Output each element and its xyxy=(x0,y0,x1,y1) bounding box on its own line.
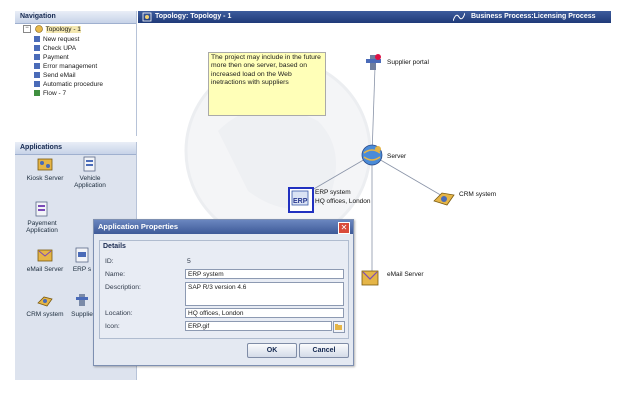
app-tile-label: Supplie xyxy=(71,311,93,318)
tree-item-label: Automatic procedure xyxy=(43,81,103,88)
app-tile-label: ERP s xyxy=(72,266,92,273)
navigation-panel: Navigation − Topology - 1 New request Ch… xyxy=(15,11,137,136)
app-tile-label: eMail Server xyxy=(26,266,64,273)
tree-item-label: Payment xyxy=(43,54,69,61)
tree-root-label: Topology - 1 xyxy=(45,26,81,33)
id-value: 5 xyxy=(187,258,191,265)
tree-item-automatic-procedure[interactable]: Automatic procedure xyxy=(34,80,103,89)
close-icon[interactable]: ✕ xyxy=(338,222,350,234)
erp-system-node[interactable]: ERP xyxy=(288,187,314,213)
details-group: Details ID: 5 Name: ERP system Descripti… xyxy=(99,240,349,339)
supplier-icon xyxy=(76,294,88,306)
app-tile-payment-application[interactable]: Payement Application xyxy=(22,200,62,234)
flow-node-icon xyxy=(34,63,40,69)
tree-item-label: Check UPA xyxy=(43,45,77,52)
topology-icon xyxy=(35,25,43,34)
tree-item-label: New request xyxy=(43,36,80,43)
tree-root-topology[interactable]: − Topology - 1 xyxy=(23,25,81,34)
kiosk-server-icon xyxy=(37,158,53,171)
svg-text:ERP: ERP xyxy=(293,198,308,205)
collapse-icon[interactable]: − xyxy=(23,25,31,34)
crm-system-node-icon[interactable] xyxy=(432,187,456,209)
tree-item-label: Flow - 7 xyxy=(43,90,67,97)
cancel-button[interactable]: Cancel xyxy=(299,343,349,358)
email-server-label: eMail Server xyxy=(387,271,424,278)
tree-item-label: Error management xyxy=(43,63,98,70)
vehicle-app-icon xyxy=(83,156,96,172)
flow-node-icon xyxy=(34,81,40,87)
flow-node-icon xyxy=(34,36,40,42)
location-field[interactable]: HQ offices, London xyxy=(185,308,344,318)
tree-item-label: Send eMail xyxy=(43,72,76,79)
app-tile-crm-system[interactable]: CRM system xyxy=(25,291,65,318)
location-label: Location: xyxy=(105,310,133,317)
app-tile-email-server[interactable]: eMail Server xyxy=(25,246,65,273)
app-tile-vehicle-application[interactable]: Vehicle Application xyxy=(70,155,110,189)
email-server-node-icon[interactable] xyxy=(360,267,382,289)
erp-location-label: HQ offices, London xyxy=(315,198,371,205)
description-label: Description: xyxy=(105,284,141,291)
app-tile-erp-system[interactable]: ERP s xyxy=(70,246,94,273)
flow-node-icon xyxy=(34,45,40,51)
app-tile-label: Kiosk Server xyxy=(26,175,64,182)
application-properties-dialog: Application Properties ✕ Details ID: 5 N… xyxy=(93,219,354,366)
supplier-portal-label: Supplier portal xyxy=(387,59,429,66)
browse-icon-button[interactable] xyxy=(333,321,345,333)
server-label: Server xyxy=(387,153,407,160)
icon-field[interactable]: ERP.gif xyxy=(185,321,332,331)
tree-item-error-management[interactable]: Error management xyxy=(34,62,98,71)
payment-app-icon xyxy=(35,201,48,217)
tree-item-flow-7[interactable]: Flow - 7 xyxy=(34,89,67,98)
applications-panel-title: Applications xyxy=(15,142,136,155)
server-node-icon[interactable] xyxy=(360,143,384,167)
app-tile-supplier-portal[interactable]: Supplie xyxy=(70,291,94,318)
name-field[interactable]: ERP system xyxy=(185,269,344,279)
erp-icon xyxy=(75,247,89,263)
flow-icon xyxy=(34,90,40,96)
tree-item-check-upa[interactable]: Check UPA xyxy=(34,44,77,53)
tree-item-send-email[interactable]: Send eMail xyxy=(34,71,76,80)
dialog-title: Application Properties xyxy=(94,220,353,234)
annotation-note[interactable]: The project may include in the future mo… xyxy=(208,52,326,116)
app-tile-label: Payement Application xyxy=(26,220,58,234)
details-group-title: Details xyxy=(103,243,126,250)
erp-icon: ERP xyxy=(291,190,309,206)
crm-icon xyxy=(37,296,53,307)
ok-button[interactable]: OK xyxy=(247,343,297,358)
description-field[interactable]: SAP R/3 version 4.6 xyxy=(185,282,344,306)
email-server-icon xyxy=(37,249,53,262)
supplier-portal-node-icon[interactable] xyxy=(364,53,384,73)
app-tile-kiosk-server[interactable]: Kiosk Server xyxy=(25,155,65,182)
app-tile-label: Vehicle Application xyxy=(74,175,106,189)
icon-label: Icon: xyxy=(105,323,120,330)
name-label: Name: xyxy=(105,271,126,278)
app-tile-label: CRM system xyxy=(26,311,64,318)
flow-node-icon xyxy=(34,54,40,60)
navigation-panel-title: Navigation xyxy=(15,11,136,24)
tree-item-new-request[interactable]: New request xyxy=(34,35,80,44)
tree-item-payment[interactable]: Payment xyxy=(34,53,69,62)
folder-icon xyxy=(335,324,342,330)
erp-system-label: ERP system xyxy=(315,189,351,196)
id-label: ID: xyxy=(105,258,114,265)
flow-node-icon xyxy=(34,72,40,78)
crm-system-label: CRM system xyxy=(459,191,497,198)
